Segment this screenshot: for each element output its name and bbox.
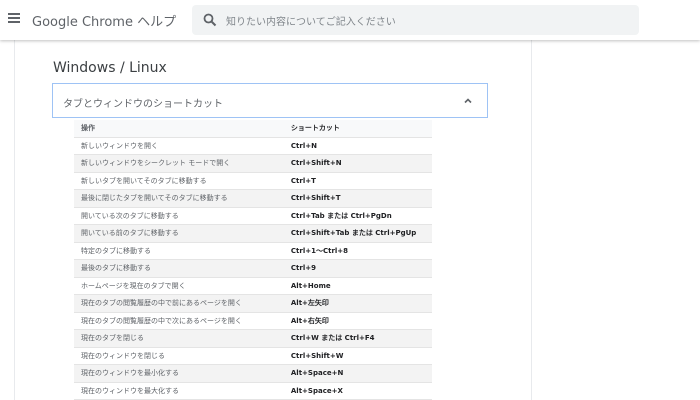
column-header-operation: 操作 (74, 120, 284, 138)
table-row: 現在のタブを閉じる Ctrl+W または Ctrl+F4 (74, 329, 432, 348)
chevron-up-icon[interactable] (463, 96, 473, 106)
operation-cell: 現在のウィンドウを最大化する (74, 382, 284, 400)
search-input[interactable]: 知りたい内容についてご記入ください (192, 5, 639, 35)
table-row: 新しいウィンドウを開く Ctrl+N (74, 137, 432, 155)
table-header-row: 操作 ショートカット (74, 120, 432, 138)
operation-cell: 最後のタブに移動する (74, 259, 284, 278)
table-row: 現在のタブの閲覧履歴の中で次にあるページを開く Alt+右矢印 (74, 312, 432, 330)
app-title[interactable]: Google Chrome ヘルプ (32, 11, 176, 30)
operation-cell: 現在のウィンドウを最小化する (74, 364, 284, 383)
shortcut-cell: Alt+左矢印 (283, 294, 432, 313)
shortcut-cell: Ctrl+Shift+Tab または Ctrl+PgUp (283, 224, 432, 243)
shortcut-cell: Alt+Home (283, 277, 432, 295)
accordion-tab-window-shortcuts[interactable]: タブとウィンドウのショートカット (52, 83, 488, 118)
top-app-bar: Google Chrome ヘルプ 知りたい内容についてご記入ください (0, 0, 700, 40)
operation-cell: 新しいウィンドウをシークレット モードで開く (74, 154, 284, 173)
operation-cell: 新しいタブを開いてそのタブに移動する (74, 172, 284, 190)
shortcut-cell: Alt+Space+X (283, 382, 432, 400)
table-row: 開いている前のタブに移動する Ctrl+Shift+Tab または Ctrl+P… (74, 224, 432, 243)
table-row: 現在のタブの閲覧履歴の中で前にあるページを開く Alt+左矢印 (74, 294, 432, 313)
shortcut-cell: Ctrl+N (283, 137, 432, 155)
shortcut-cell: Ctrl+Tab または Ctrl+PgDn (283, 207, 432, 225)
search-placeholder: 知りたい内容についてご記入ください (226, 17, 396, 28)
table-row: ホームページを現在のタブで開く Alt+Home (74, 277, 432, 295)
operation-cell: 現在のタブを閉じる (74, 329, 284, 348)
table-row: 新しいタブを開いてそのタブに移動する Ctrl+T (74, 172, 432, 190)
operation-cell: 開いている前のタブに移動する (74, 224, 284, 243)
shortcut-cell: Ctrl+T (283, 172, 432, 190)
operation-cell: 新しいウィンドウを開く (74, 137, 284, 155)
operation-cell: 現在のタブの閲覧履歴の中で次にあるページを開く (74, 312, 284, 330)
column-header-shortcut: ショートカット (283, 120, 432, 138)
shortcut-cell: Ctrl+9 (283, 259, 432, 278)
shortcut-cell: Ctrl+Shift+T (283, 189, 432, 208)
table-row: 新しいウィンドウをシークレット モードで開く Ctrl+Shift+N (74, 154, 432, 173)
operation-cell: 現在のウィンドウを閉じる (74, 347, 284, 365)
operation-cell: 特定のタブに移動する (74, 242, 284, 260)
shortcut-cell: Ctrl+1〜Ctrl+8 (283, 242, 432, 260)
operation-cell: 開いている次のタブに移動する (74, 207, 284, 225)
shortcut-table: 操作 ショートカット 新しいウィンドウを開く Ctrl+N 新しいウィンドウをシ… (74, 120, 432, 400)
table-row: 最後のタブに移動する Ctrl+9 (74, 259, 432, 278)
section-title: Windows / Linux (53, 60, 167, 76)
shortcut-cell: Alt+Space+N (283, 364, 432, 383)
shortcut-cell: Ctrl+Shift+N (283, 154, 432, 173)
table-row: 現在のウィンドウを閉じる Ctrl+Shift+W (74, 347, 432, 365)
table-row: 特定のタブに移動する Ctrl+1〜Ctrl+8 (74, 242, 432, 260)
menu-icon[interactable] (8, 13, 20, 25)
search-icon (203, 13, 217, 27)
shortcut-cell: Ctrl+Shift+W (283, 347, 432, 365)
operation-cell: ホームページを現在のタブで開く (74, 277, 284, 295)
table-row: 開いている次のタブに移動する Ctrl+Tab または Ctrl+PgDn (74, 207, 432, 225)
table-row: 現在のウィンドウを最大化する Alt+Space+X (74, 382, 432, 400)
operation-cell: 現在のタブの閲覧履歴の中で前にあるページを開く (74, 294, 284, 313)
shortcut-cell: Alt+右矢印 (283, 312, 432, 330)
table-row: 現在のウィンドウを最小化する Alt+Space+N (74, 364, 432, 383)
table-row: 最後に閉じたタブを開いてそのタブに移動する Ctrl+Shift+T (74, 189, 432, 208)
operation-cell: 最後に閉じたタブを開いてそのタブに移動する (74, 189, 284, 208)
accordion-label: タブとウィンドウのショートカット (63, 99, 223, 110)
shortcut-cell: Ctrl+W または Ctrl+F4 (283, 329, 432, 348)
